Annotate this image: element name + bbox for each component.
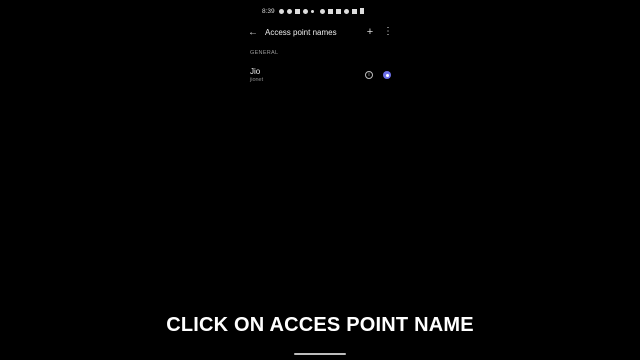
gesture-nav-bar[interactable] xyxy=(294,353,346,355)
apn-list-item[interactable]: Jio jionet i xyxy=(246,64,394,86)
wifi-icon xyxy=(343,8,349,14)
instruction-caption: CLICK ON ACCES POINT NAME xyxy=(166,314,474,336)
add-apn-button[interactable]: + xyxy=(364,26,376,38)
more-options-button[interactable]: ⋮ xyxy=(382,27,394,37)
status-notification-icons xyxy=(278,8,314,14)
whatsapp-icon xyxy=(278,8,284,14)
volte-icon xyxy=(351,8,357,14)
status-system-icons xyxy=(319,8,364,14)
section-header: GENERAL xyxy=(250,50,279,56)
mute-icon xyxy=(327,8,333,14)
info-icon[interactable]: i xyxy=(365,71,373,79)
apn-text[interactable]: Jio jionet xyxy=(250,67,365,83)
back-arrow-icon[interactable]: ← xyxy=(246,25,260,39)
status-bar: 8:39 xyxy=(262,5,392,17)
snapchat-icon xyxy=(286,8,292,14)
page-title: Access point names xyxy=(265,27,337,37)
alarm-icon xyxy=(319,8,325,14)
vibrate-icon xyxy=(335,8,341,14)
apn-value: jionet xyxy=(250,77,264,83)
app-bar: ← Access point names + ⋮ xyxy=(246,24,394,40)
apn-radio-selected[interactable] xyxy=(383,71,391,79)
chrome-icon xyxy=(302,8,308,14)
apn-name: Jio xyxy=(250,67,261,76)
status-time: 8:39 xyxy=(262,7,275,15)
gallery-icon xyxy=(294,8,300,14)
notification-dot-icon xyxy=(310,9,314,13)
battery-icon xyxy=(359,8,364,14)
